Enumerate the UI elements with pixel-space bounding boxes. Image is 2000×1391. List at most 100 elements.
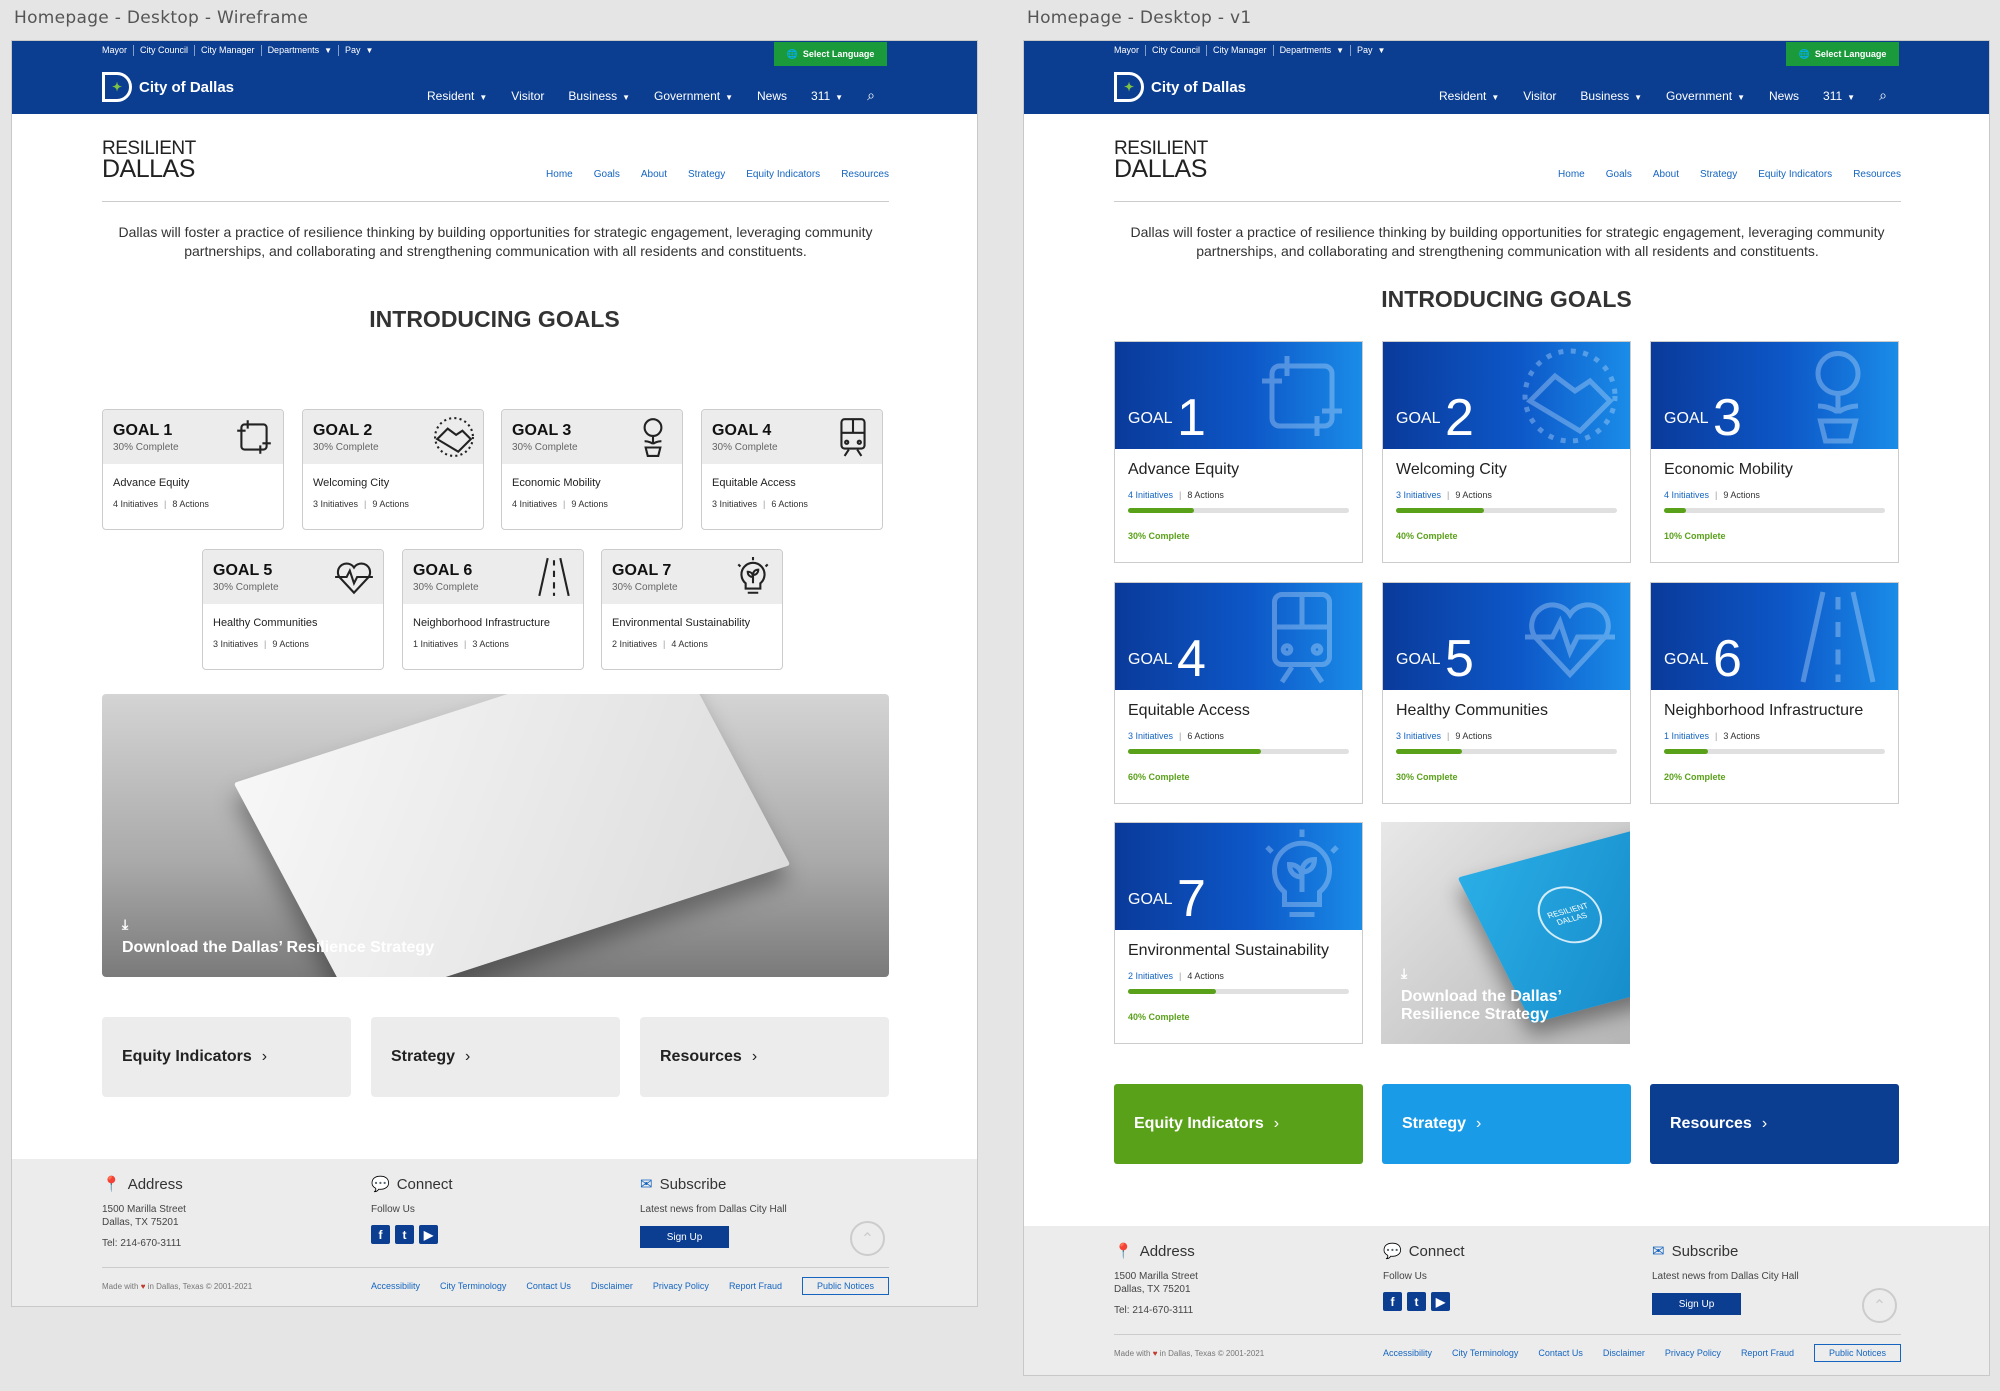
sign-up-button[interactable]: Sign Up xyxy=(640,1226,729,1248)
search-icon[interactable]: ⌕ xyxy=(867,87,875,104)
goal-initiatives-link[interactable]: 4 Initiatives xyxy=(1128,490,1173,500)
select-language-button[interactable]: 🌐 Select Language xyxy=(774,42,887,66)
nav-business[interactable]: Business ▼ xyxy=(568,89,630,103)
goal-card[interactable]: GOAL 7 Environmental Sustainability 2 In… xyxy=(1114,822,1363,1044)
subnav-strategy[interactable]: Strategy xyxy=(688,169,725,180)
nav-resident[interactable]: Resident ▼ xyxy=(1439,89,1499,103)
footer-link-accessibility[interactable]: Accessibility xyxy=(1383,1348,1432,1358)
goal-card[interactable]: GOAL 5 Healthy Communities 3 Initiatives… xyxy=(1382,582,1631,804)
nav-311[interactable]: 311 ▼ xyxy=(1823,89,1855,103)
sign-up-button[interactable]: Sign Up xyxy=(1652,1293,1741,1315)
public-notices-button[interactable]: Public Notices xyxy=(801,1277,889,1295)
footer-link-contact-us[interactable]: Contact Us xyxy=(1538,1348,1583,1358)
download-link[interactable]: ⤓ Download the Dallas’ Resilience Strateg… xyxy=(1401,965,1630,1024)
city-logo[interactable]: ✦ City of Dallas xyxy=(102,72,234,102)
goal-card[interactable]: GOAL 3 30% Complete Economic Mobility 4 … xyxy=(501,409,683,530)
strategy-button[interactable]: Strategy › xyxy=(1382,1084,1631,1164)
facebook-icon[interactable]: f xyxy=(371,1225,390,1244)
footer-link-disclaimer[interactable]: Disclaimer xyxy=(1603,1348,1645,1358)
nav-news[interactable]: News xyxy=(757,89,787,103)
goal-initiatives-link[interactable]: 4 Initiatives xyxy=(1664,490,1709,500)
goal-initiatives[interactable]: 3 Initiatives xyxy=(712,499,757,509)
nav-business[interactable]: Business ▼ xyxy=(1580,89,1642,103)
utility-link-city-council[interactable]: City Council xyxy=(133,45,194,56)
utility-link-city-council[interactable]: City Council xyxy=(1145,45,1206,56)
utility-link-pay[interactable]: Pay ▼ xyxy=(338,45,379,56)
goal-card[interactable]: GOAL 5 30% Complete Healthy Communities … xyxy=(202,549,384,670)
subnav-goals[interactable]: Goals xyxy=(1606,169,1632,180)
goal-card[interactable]: GOAL 2 Welcoming City 3 Initiatives | 9 Ac… xyxy=(1382,341,1631,563)
nav-news[interactable]: News xyxy=(1769,89,1799,103)
goal-initiatives-link[interactable]: 3 Initiatives xyxy=(1396,731,1441,741)
footer-link-privacy-policy[interactable]: Privacy Policy xyxy=(1665,1348,1721,1358)
subnav-strategy[interactable]: Strategy xyxy=(1700,169,1737,180)
subnav-equity-indicators[interactable]: Equity Indicators xyxy=(1758,169,1832,180)
goal-card[interactable]: GOAL 6 30% Complete Neighborhood Infrast… xyxy=(402,549,584,670)
footer-link-accessibility[interactable]: Accessibility xyxy=(371,1281,420,1291)
facebook-icon[interactable]: f xyxy=(1383,1292,1402,1311)
subnav-goals[interactable]: Goals xyxy=(594,169,620,180)
goal-card[interactable]: GOAL 6 Neighborhood Infrastructure 1 Ini… xyxy=(1650,582,1899,804)
subnav-home[interactable]: Home xyxy=(1558,169,1585,180)
goal-card[interactable]: GOAL 4 30% Complete Equitable Access 3 I… xyxy=(701,409,883,530)
goal-card[interactable]: GOAL 4 Equitable Access 3 Initiatives | 6 … xyxy=(1114,582,1363,804)
footer-link-report-fraud[interactable]: Report Fraud xyxy=(729,1281,782,1291)
strategy-button[interactable]: Strategy › xyxy=(371,1017,620,1097)
goal-initiatives[interactable]: 4 Initiatives xyxy=(512,499,557,509)
resilient-dallas-logo[interactable]: RESILIENT DALLAS xyxy=(1114,139,1208,182)
footer-link-disclaimer[interactable]: Disclaimer xyxy=(591,1281,633,1291)
utility-link-departments[interactable]: Departments ▼ xyxy=(1272,45,1350,56)
twitter-icon[interactable]: t xyxy=(1407,1292,1426,1311)
goal-card[interactable]: GOAL 1 Advance Equity 4 Initiatives | 8 Ac… xyxy=(1114,341,1363,563)
search-icon[interactable]: ⌕ xyxy=(1879,87,1887,104)
public-notices-button[interactable]: Public Notices xyxy=(1813,1344,1901,1362)
goal-initiatives[interactable]: 4 Initiatives xyxy=(113,499,158,509)
goal-initiatives[interactable]: 3 Initiatives xyxy=(213,639,258,649)
nav-government[interactable]: Government ▼ xyxy=(1666,89,1745,103)
resources-button[interactable]: Resources › xyxy=(640,1017,889,1097)
utility-link-mayor[interactable]: Mayor xyxy=(102,45,133,56)
goal-initiatives-link[interactable]: 3 Initiatives xyxy=(1128,731,1173,741)
goal-card[interactable]: GOAL 2 30% Complete Welcoming City 3 Ini… xyxy=(302,409,484,530)
download-link[interactable]: ⤓ Download the Dallas’ Resilience Strateg… xyxy=(122,916,434,957)
back-to-top-icon[interactable]: ⌃ xyxy=(1862,1288,1897,1323)
goal-initiatives-link[interactable]: 3 Initiatives xyxy=(1396,490,1441,500)
subnav-about[interactable]: About xyxy=(641,169,667,180)
resilient-dallas-logo[interactable]: RESILIENT DALLAS xyxy=(102,139,196,182)
goal-card[interactable]: GOAL 3 Economic Mobility 4 Initiatives | 9… xyxy=(1650,341,1899,563)
nav-visitor[interactable]: Visitor xyxy=(511,89,544,103)
twitter-icon[interactable]: t xyxy=(395,1225,414,1244)
download-strategy-banner[interactable]: RESILIENT DALLAS ⤓ Download the Dallas’ R… xyxy=(1381,822,1630,1044)
subnav-about[interactable]: About xyxy=(1653,169,1679,180)
resources-button[interactable]: Resources › xyxy=(1650,1084,1899,1164)
footer-link-contact-us[interactable]: Contact Us xyxy=(526,1281,571,1291)
equity-indicators-button[interactable]: Equity Indicators › xyxy=(102,1017,351,1097)
youtube-icon[interactable]: ▶ xyxy=(419,1225,438,1244)
footer-link-report-fraud[interactable]: Report Fraud xyxy=(1741,1348,1794,1358)
goal-initiatives-link[interactable]: 2 Initiatives xyxy=(1128,971,1173,981)
utility-link-city-manager[interactable]: City Manager xyxy=(1206,45,1273,56)
goal-card[interactable]: GOAL 1 30% Complete Advance Equity 4 Ini… xyxy=(102,409,284,530)
utility-link-mayor[interactable]: Mayor xyxy=(1114,45,1145,56)
subnav-resources[interactable]: Resources xyxy=(1853,169,1901,180)
utility-link-departments[interactable]: Departments ▼ xyxy=(260,45,338,56)
youtube-icon[interactable]: ▶ xyxy=(1431,1292,1450,1311)
nav-311[interactable]: 311 ▼ xyxy=(811,89,843,103)
footer-link-city-terminology[interactable]: City Terminology xyxy=(1452,1348,1518,1358)
city-logo[interactable]: ✦ City of Dallas xyxy=(1114,72,1246,102)
subnav-equity-indicators[interactable]: Equity Indicators xyxy=(746,169,820,180)
goal-card[interactable]: GOAL 7 30% Complete Environmental Sustai… xyxy=(601,549,783,670)
goal-initiatives[interactable]: 2 Initiatives xyxy=(612,639,657,649)
footer-link-city-terminology[interactable]: City Terminology xyxy=(440,1281,506,1291)
goal-initiatives-link[interactable]: 1 Initiatives xyxy=(1664,731,1709,741)
goal-initiatives[interactable]: 3 Initiatives xyxy=(313,499,358,509)
subnav-home[interactable]: Home xyxy=(546,169,573,180)
back-to-top-icon[interactable]: ⌃ xyxy=(850,1221,885,1256)
equity-indicators-button[interactable]: Equity Indicators › xyxy=(1114,1084,1363,1164)
utility-link-city-manager[interactable]: City Manager xyxy=(194,45,261,56)
nav-resident[interactable]: Resident ▼ xyxy=(427,89,487,103)
nav-visitor[interactable]: Visitor xyxy=(1523,89,1556,103)
nav-government[interactable]: Government ▼ xyxy=(654,89,733,103)
select-language-button[interactable]: 🌐 Select Language xyxy=(1786,42,1899,66)
footer-link-privacy-policy[interactable]: Privacy Policy xyxy=(653,1281,709,1291)
